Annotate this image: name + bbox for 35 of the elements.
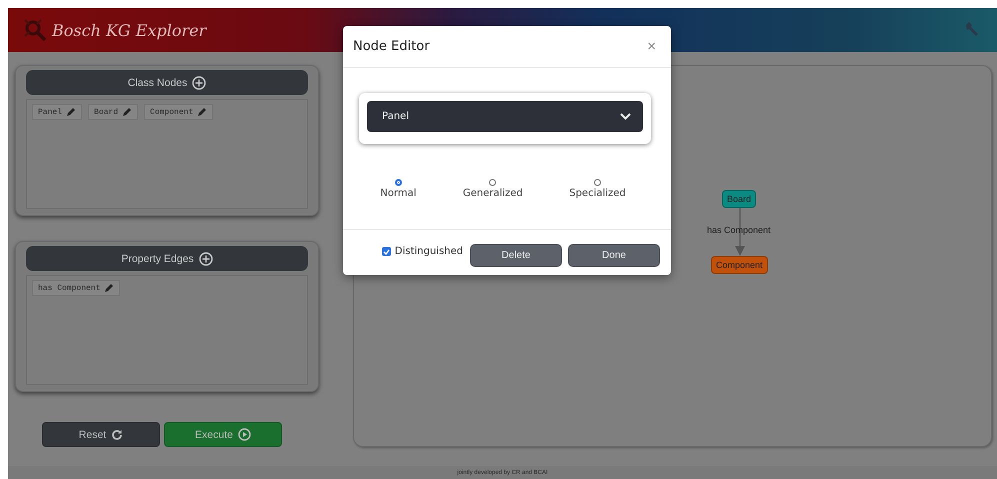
graph-node[interactable]: Board bbox=[722, 190, 756, 208]
radio-button[interactable] bbox=[394, 179, 402, 186]
add-icon[interactable] bbox=[192, 76, 206, 90]
reset-button[interactable]: Reset bbox=[42, 422, 160, 447]
section-title: Property Edges bbox=[121, 252, 194, 264]
item-chip[interactable]: has Component bbox=[32, 280, 120, 296]
item-chip[interactable]: Board bbox=[88, 104, 138, 120]
dialog-button[interactable]: Done bbox=[568, 244, 660, 267]
radio-button[interactable] bbox=[594, 179, 601, 186]
pencil-icon[interactable] bbox=[197, 107, 208, 117]
dialog-title: Node Editor bbox=[353, 39, 430, 54]
radio-button[interactable] bbox=[489, 179, 496, 186]
close-button[interactable]: × bbox=[645, 38, 658, 55]
execute-button[interactable]: Execute bbox=[164, 422, 282, 447]
radio-option[interactable]: Generalized bbox=[462, 179, 523, 229]
item-chip[interactable]: Panel bbox=[32, 104, 82, 120]
chevron-down-icon bbox=[620, 113, 631, 120]
app-title: Bosch KG Explorer bbox=[52, 20, 206, 40]
section-title: Class Nodes bbox=[128, 76, 188, 88]
pencil-icon[interactable] bbox=[66, 107, 76, 117]
checkbox[interactable] bbox=[382, 247, 391, 256]
graph-node[interactable]: Component bbox=[711, 256, 768, 274]
dialog-button[interactable]: Delete bbox=[470, 244, 562, 267]
item-chip[interactable]: Component bbox=[144, 104, 214, 120]
pencil-icon[interactable] bbox=[104, 283, 114, 293]
radio-option[interactable]: Specialized bbox=[569, 179, 626, 229]
distinguished-checkbox[interactable]: Distinguished bbox=[382, 246, 463, 257]
pencil-icon[interactable] bbox=[122, 107, 132, 117]
add-icon[interactable] bbox=[198, 252, 213, 266]
play-circle-icon bbox=[238, 428, 251, 441]
edge-label: has Component bbox=[707, 225, 771, 235]
radio-option[interactable]: Normal bbox=[380, 179, 416, 229]
node-select[interactable]: Panel bbox=[367, 101, 643, 132]
refresh-icon bbox=[111, 428, 124, 440]
magnifier-logo-icon bbox=[22, 17, 48, 43]
